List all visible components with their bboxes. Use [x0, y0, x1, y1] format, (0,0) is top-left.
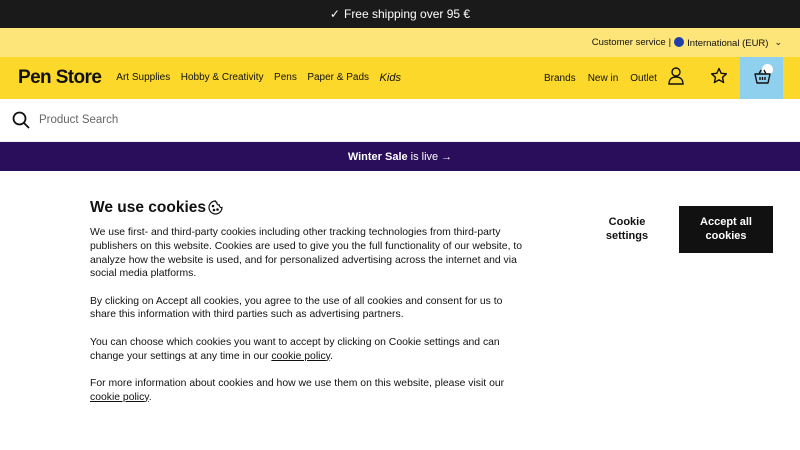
cookie-settings-button[interactable]: Cookie settings	[587, 206, 667, 253]
secondary-nav: Brands New in Outlet	[544, 57, 669, 99]
cookie-text: .	[330, 350, 333, 362]
star-icon[interactable]	[710, 67, 728, 85]
nav-pens[interactable]: Pens	[274, 72, 297, 84]
search-bar	[0, 99, 800, 142]
nav-hobby-creativity[interactable]: Hobby & Creativity	[181, 72, 264, 84]
service-bar: Customer service | International (EUR) ⌄	[0, 28, 800, 57]
cookie-paragraph: We use first- and third-party cookies in…	[90, 227, 523, 280]
globe-icon	[674, 36, 685, 47]
region-selector[interactable]: International (EUR)	[674, 36, 769, 49]
search-icon[interactable]	[12, 111, 30, 129]
main-header: Pen Store Art Supplies Hobby & Creativit…	[0, 57, 800, 99]
search-input[interactable]	[39, 114, 639, 126]
logo[interactable]: Pen Store	[18, 67, 102, 89]
sale-banner[interactable]: Winter Sale is live →	[0, 142, 800, 171]
cart-button[interactable]	[740, 57, 783, 99]
nav-paper-pads[interactable]: Paper & Pads	[307, 72, 369, 84]
shipping-banner: ✓ Free shipping over 95 €	[0, 0, 800, 28]
nav-kids[interactable]: Kids	[380, 72, 401, 84]
check-icon: ✓	[329, 7, 340, 21]
user-icon[interactable]	[668, 67, 684, 85]
accept-all-cookies-button[interactable]: Accept all cookies	[679, 206, 773, 253]
sale-bold-text: Winter Sale	[347, 150, 408, 163]
cookie-policy-link[interactable]: cookie policy	[271, 351, 330, 362]
shipping-text: Free shipping over 95 €	[343, 7, 471, 21]
region-label: International (EUR)	[687, 37, 769, 49]
basket-icon	[754, 69, 771, 84]
nav-brands[interactable]: Brands	[544, 73, 576, 84]
cookie-body: We use first- and third-party cookies in…	[90, 226, 530, 418]
cookie-text: .	[148, 391, 152, 403]
chevron-down-icon[interactable]: ⌄	[774, 37, 782, 48]
cookie-text: For more information about cookies and h…	[90, 377, 505, 389]
cookie-icon	[208, 200, 223, 215]
separator: |	[668, 37, 672, 48]
sale-text: is live →	[410, 150, 453, 163]
customer-service-link[interactable]: Customer service	[592, 37, 666, 48]
cookie-dialog: We use cookies We use first- and third-p…	[0, 171, 800, 450]
cookie-policy-link[interactable]: cookie policy	[90, 392, 149, 403]
cookie-title: We use cookies	[90, 199, 207, 216]
nav-art-supplies[interactable]: Art Supplies	[116, 72, 170, 84]
nav-outlet[interactable]: Outlet	[630, 73, 657, 84]
cookie-paragraph: You can choose which cookies you want to…	[90, 336, 530, 364]
cookie-paragraph: By clicking on Accept all cookies, you a…	[90, 295, 503, 321]
cookie-paragraph: For more information about cookies and h…	[90, 377, 530, 405]
main-nav: Art Supplies Hobby & Creativity Pens Pap…	[116, 72, 411, 84]
nav-new-in[interactable]: New in	[588, 73, 619, 84]
